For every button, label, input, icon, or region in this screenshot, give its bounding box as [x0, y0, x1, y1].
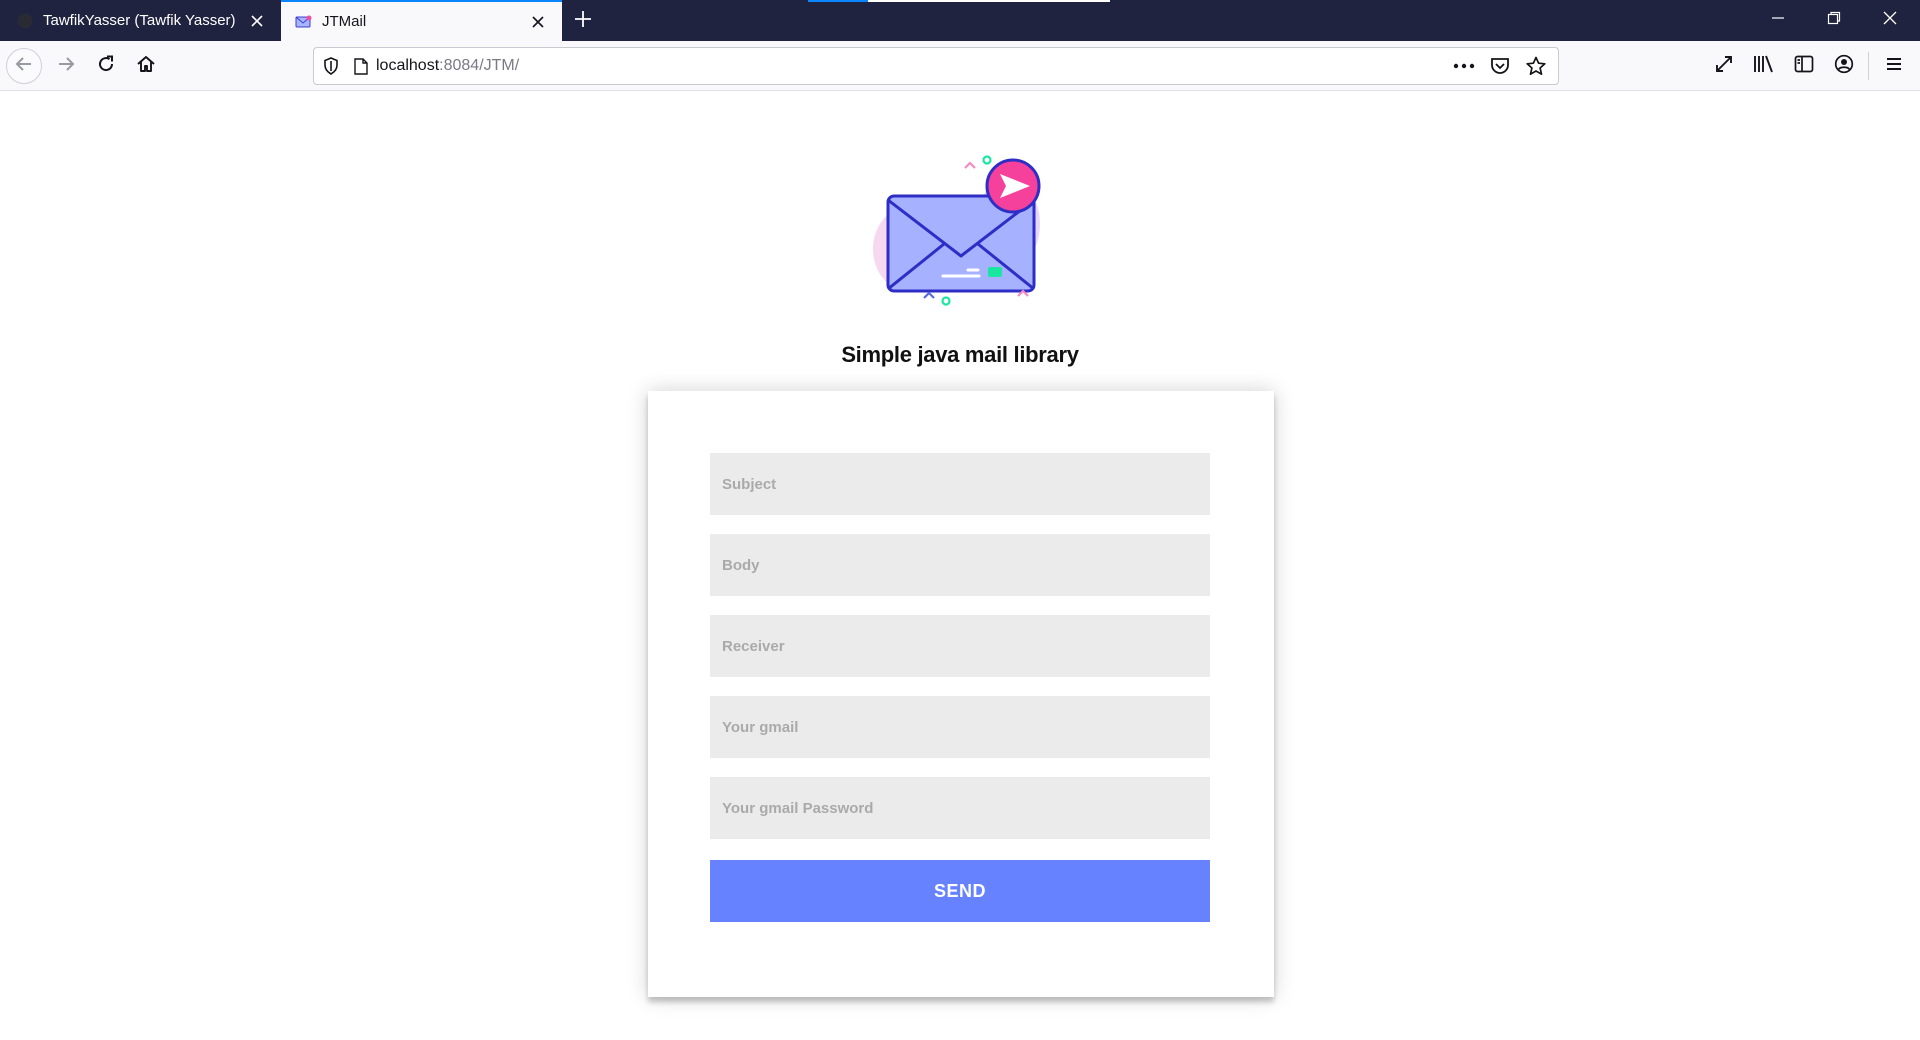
url-path: :8084/JTM/	[439, 57, 520, 74]
gmail-password-input[interactable]	[710, 777, 1210, 839]
plus-icon	[574, 10, 592, 33]
navigation-toolbar: localhost:8084/JTM/	[0, 41, 1920, 91]
tab-github[interactable]: TawfikYasser (Tawfik Yasser)	[0, 0, 281, 41]
page-title: Simple java mail library	[841, 342, 1079, 367]
page-content: Simple java mail library SEND	[0, 92, 1920, 1040]
send-button[interactable]: SEND	[710, 860, 1210, 922]
account-icon	[1834, 54, 1854, 79]
close-icon	[1883, 11, 1897, 30]
pocket-icon[interactable]	[1482, 48, 1518, 84]
send-mail-icon	[873, 155, 1041, 306]
reload-button[interactable]	[88, 48, 124, 84]
tab-jtmail[interactable]: JTMail	[281, 0, 562, 41]
gmail-input[interactable]	[710, 696, 1210, 758]
hamburger-icon	[1885, 56, 1903, 77]
tab-label: JTMail	[322, 13, 367, 30]
tab-loading-track	[868, 0, 1110, 2]
minimize-button[interactable]	[1750, 0, 1806, 41]
arrow-right-icon	[56, 54, 76, 79]
ellipsis-icon[interactable]	[1446, 48, 1482, 84]
home-icon	[136, 54, 156, 79]
mail-form-card: SEND	[648, 391, 1274, 997]
close-icon[interactable]	[247, 11, 267, 31]
arrow-left-icon	[14, 54, 34, 79]
home-button[interactable]	[128, 48, 164, 84]
tab-label: TawfikYasser (Tawfik Yasser)	[43, 12, 236, 29]
github-icon	[16, 12, 33, 29]
fullscreen-button[interactable]	[1706, 48, 1742, 84]
sidebar-button[interactable]	[1786, 48, 1822, 84]
reload-icon	[96, 54, 116, 79]
address-bar[interactable]: localhost:8084/JTM/	[313, 47, 1559, 85]
account-button[interactable]	[1826, 48, 1862, 84]
back-button[interactable]	[6, 48, 42, 84]
minimize-icon	[1771, 11, 1785, 30]
star-icon[interactable]	[1518, 48, 1554, 84]
subject-input[interactable]	[710, 453, 1210, 515]
address-bar-actions	[1446, 48, 1554, 84]
mail-illustration	[858, 154, 1058, 314]
close-window-button[interactable]	[1862, 0, 1918, 41]
menu-button[interactable]	[1876, 48, 1912, 84]
expand-icon	[1714, 54, 1734, 79]
library-button[interactable]	[1746, 48, 1782, 84]
body-input[interactable]	[710, 534, 1210, 596]
sidebar-icon	[1794, 55, 1814, 78]
url-host: localhost	[376, 57, 440, 74]
shield-icon[interactable]	[314, 48, 348, 84]
receiver-input[interactable]	[710, 615, 1210, 677]
forward-button[interactable]	[48, 48, 84, 84]
new-tab-button[interactable]	[570, 8, 596, 34]
restore-icon	[1827, 11, 1841, 30]
tab-loading-indicator	[808, 0, 868, 2]
restore-button[interactable]	[1806, 0, 1862, 41]
browser-titlebar: TawfikYasser (Tawfik Yasser) JTMail	[0, 0, 1920, 41]
close-icon[interactable]	[528, 12, 548, 32]
page-icon[interactable]	[348, 48, 374, 84]
library-icon	[1753, 54, 1775, 79]
toolbar-separator	[1868, 52, 1869, 80]
mail-icon	[295, 13, 312, 30]
url-text[interactable]: localhost:8084/JTM/	[376, 57, 519, 75]
